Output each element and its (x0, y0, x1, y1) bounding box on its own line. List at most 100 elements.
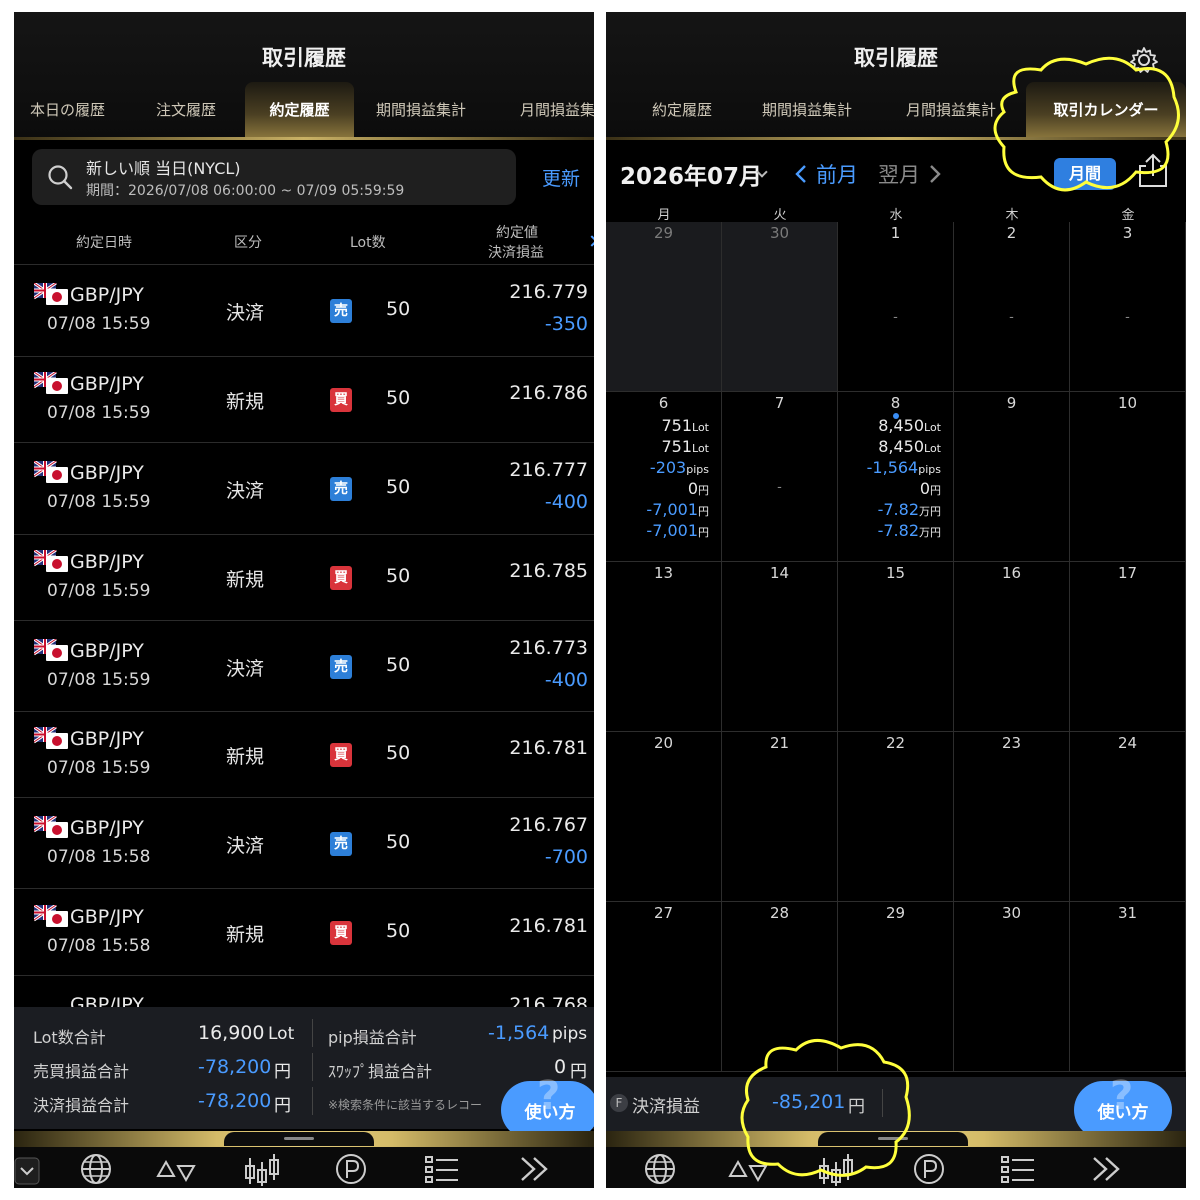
calendar-day-cell[interactable]: 23 (954, 732, 1070, 902)
page-title: 取引履歴 (262, 46, 346, 70)
tab-monthly-pnl[interactable]: 月間損益集 (520, 88, 594, 132)
more-chevrons-icon[interactable] (518, 1152, 552, 1186)
calendar-day-cell[interactable]: 31 (1070, 902, 1186, 1072)
day-number: 8 (890, 394, 901, 412)
tab-bar: 本日の履歴 注文履歴 約定履歴 期間損益集計 月間損益集 (14, 82, 594, 140)
calendar-day-cell[interactable]: 22 (838, 732, 954, 902)
tab-order-history[interactable]: 注文履歴 (156, 88, 216, 132)
calendar-day-cell[interactable]: 7- (722, 392, 838, 562)
calendar-day-cell[interactable]: 20 (606, 732, 722, 902)
chevron-left-icon[interactable] (794, 164, 808, 184)
lot-count: 50 (386, 919, 411, 942)
trade-kind: 決済 (226, 657, 265, 680)
weekday-label: 木 (1005, 208, 1019, 223)
table-row[interactable]: GBP/JPY 07/08 15:58 決済 売 50 216.767 -700 (14, 798, 594, 889)
menu-list-icon[interactable] (1000, 1152, 1036, 1186)
monthly-view-button[interactable]: 月間 (1054, 158, 1116, 190)
yen-unit: 万円 (919, 526, 941, 539)
table-row[interactable]: GBP/JPY 07/08 15:59 決済 売 50 216.779 -350 (14, 265, 594, 357)
currency-pair: GBP/JPY (70, 462, 144, 484)
calendar-day-cell[interactable]: 1- (838, 222, 954, 392)
chart-icon[interactable] (816, 1152, 862, 1188)
pnl-value: -7.82万円 (878, 521, 941, 540)
calendar-day-cell[interactable]: 29 (606, 222, 722, 392)
trade-kind: 新規 (226, 569, 265, 591)
day-number: 27 (653, 904, 674, 922)
execution-price: 216.768 (509, 994, 588, 1007)
calendar-day-cell[interactable]: 30 (722, 222, 838, 392)
calendar-day-cell[interactable]: 30 (954, 902, 1070, 1072)
table-row[interactable]: GBP/JPY 07/08 15:59 新規 買 50 216.785 (14, 535, 594, 621)
no-trade-dash: - (1009, 310, 1014, 325)
tab-monthly-pnl[interactable]: 月間損益集計 (906, 88, 996, 132)
tab-period-pnl[interactable]: 期間損益集計 (762, 88, 852, 132)
more-chevrons-icon[interactable] (1090, 1152, 1124, 1186)
rates-icon[interactable] (726, 1152, 770, 1186)
weekday-label: 水 (889, 208, 903, 223)
calendar-day-cell[interactable]: 27 (606, 902, 722, 1072)
lot-value: 751Lot (661, 416, 709, 435)
chart-icon[interactable] (242, 1152, 288, 1188)
position-icon[interactable] (912, 1152, 946, 1186)
table-row[interactable]: GBP/JPY 07/08 15:59 新規 買 50 216.786 (14, 357, 594, 443)
calendar-day-cell[interactable]: 6 751Lot 751Lot -203pips 0円 -7,001円 -7,0… (606, 392, 722, 562)
calendar-day-cell[interactable]: 16 (954, 562, 1070, 732)
trade-kind: 決済 (226, 302, 265, 324)
settle-pnl-value: -78,200 (198, 1090, 272, 1112)
globe-icon[interactable] (642, 1152, 678, 1186)
tab-execution-history[interactable]: 約定履歴 (652, 88, 712, 132)
calendar-day-cell[interactable]: 21 (722, 732, 838, 902)
table-row[interactable]: GBP/JPY 216.768 (14, 976, 594, 1007)
calendar-day-cell[interactable]: 2- (954, 222, 1070, 392)
share-icon[interactable] (1136, 152, 1170, 188)
next-month-button[interactable]: 翌月 (878, 159, 920, 189)
calendar-day-cell[interactable]: 9 (954, 392, 1070, 562)
tab-trade-calendar[interactable]: 取引カレンダー (1026, 82, 1186, 140)
filter-badge-icon[interactable]: F (610, 1094, 628, 1112)
calendar-day-cell[interactable]: 28 (722, 902, 838, 1072)
currency-pair: GBP/JPY (70, 905, 144, 928)
tab-execution-history[interactable]: 約定履歴 (245, 82, 354, 140)
calendar-day-cell[interactable]: 14 (722, 562, 838, 732)
rates-icon[interactable] (154, 1152, 198, 1186)
calendar-day-cell[interactable]: 15 (838, 562, 954, 732)
pip-total-label: pip損益合計 (328, 1028, 417, 1047)
pnl-number: -7,001 (646, 500, 698, 519)
drawer-handle[interactable] (818, 1132, 968, 1146)
calendar-day-cell[interactable]: 24 (1070, 732, 1186, 902)
refresh-button[interactable]: 更新 (542, 164, 580, 191)
position-icon[interactable] (334, 1152, 368, 1186)
gbp-jpy-flag-icon (34, 904, 68, 927)
calendar-day-cell[interactable]: 3- (1070, 222, 1186, 392)
month-selector[interactable]: 2026年07月 (620, 157, 762, 191)
globe-icon[interactable] (78, 1152, 114, 1186)
tab-today-history[interactable]: 本日の履歴 (30, 88, 105, 132)
calendar-day-cell[interactable]: 8 8,450Lot 8,450Lot -1,564pips 0円 -7.82万… (838, 392, 954, 562)
execution-time: 07/08 15:59 (47, 314, 151, 334)
tab-bar: 約定履歴 期間損益集計 月間損益集計 取引カレンダー (606, 82, 1186, 140)
collapse-icon[interactable] (14, 1157, 40, 1185)
day-number: 15 (885, 564, 906, 582)
gear-icon[interactable] (1130, 46, 1158, 74)
table-row[interactable]: GBP/JPY 07/08 15:58 新規 買 50 216.781 (14, 889, 594, 976)
tab-underline (606, 137, 1186, 140)
calendar-day-cell[interactable]: 13 (606, 562, 722, 732)
day-number: 10 (1117, 394, 1138, 412)
trade-history-executions-screen: 取引履歴 本日の履歴 注文履歴 約定履歴 期間損益集計 月間損益集 新しい順 当… (14, 12, 594, 1188)
prev-month-button[interactable]: 前月 (816, 159, 858, 189)
lot-total-label: Lot数合計 (33, 1028, 106, 1047)
table-row[interactable]: GBP/JPY 07/08 15:59 決済 売 50 216.773 -400 (14, 621, 594, 712)
search-filter-box[interactable]: 新しい順 当日(NYCL) 期間：2026/07/08 06:00:00 ~ 0… (32, 149, 516, 205)
calendar-day-cell[interactable]: 10 (1070, 392, 1186, 562)
drawer-handle[interactable] (224, 1132, 374, 1146)
table-row[interactable]: GBP/JPY 07/08 15:59 新規 買 50 216.781 (14, 712, 594, 798)
lot-total-value: 16,900 (198, 1022, 265, 1044)
calendar-day-cell[interactable]: 17 (1070, 562, 1186, 732)
settle-pnl-unit: 円 (274, 1096, 291, 1116)
menu-list-icon[interactable] (424, 1152, 460, 1186)
table-row[interactable]: GBP/JPY 07/08 15:59 決済 売 50 216.777 -400 (14, 443, 594, 535)
chevron-right-icon[interactable] (928, 164, 942, 184)
help-label: 使い方 (1097, 1103, 1149, 1123)
calendar-day-cell[interactable]: 29 (838, 902, 954, 1072)
tab-period-pnl[interactable]: 期間損益集計 (376, 88, 466, 132)
